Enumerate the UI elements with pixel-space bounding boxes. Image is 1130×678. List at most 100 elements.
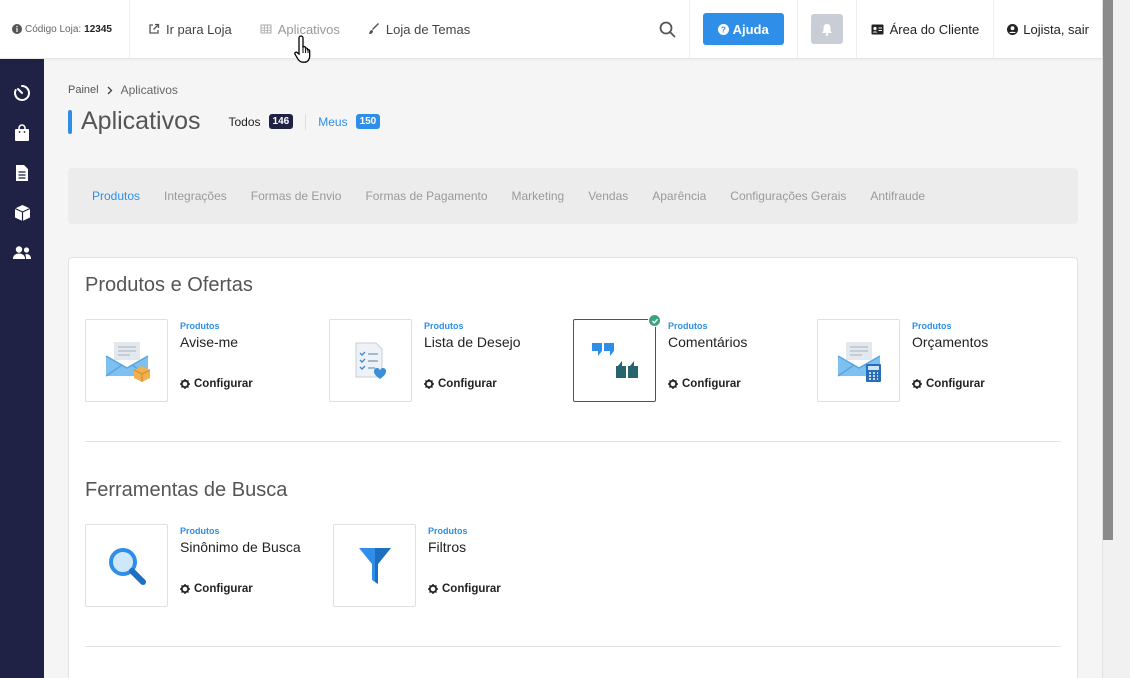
- app-card: Produtos Orçamentos Configurar: [817, 319, 1061, 402]
- comments-icon: [591, 342, 638, 378]
- main-content: Painel Aplicativos Aplicativos Todos 146…: [44, 59, 1102, 678]
- app-card: Produtos Avise-me Configurar: [85, 319, 329, 402]
- gear-icon: [180, 584, 190, 594]
- nav-go-to-store[interactable]: Ir para Loja: [130, 0, 246, 58]
- title-accent-bar: [68, 109, 72, 134]
- sidebar-item-products[interactable]: [12, 203, 32, 223]
- search-icon: [659, 21, 676, 37]
- configure-button[interactable]: Configurar: [180, 583, 310, 595]
- sidebar-item-customers[interactable]: [12, 243, 32, 263]
- client-area-link[interactable]: Área do Cliente: [857, 0, 995, 58]
- notifications-button[interactable]: [810, 14, 843, 44]
- filter-mine[interactable]: Meus 150: [318, 114, 381, 129]
- configure-button[interactable]: Configurar: [428, 583, 558, 595]
- nav-theme-store[interactable]: Loja de Temas: [354, 0, 484, 58]
- app-category: Produtos: [180, 321, 220, 331]
- apps-panel: Produtos e Ofertas Produtos Avise-me Con…: [68, 257, 1078, 678]
- bell-icon: [821, 23, 832, 36]
- sidebar-item-documents[interactable]: [12, 163, 32, 183]
- app-category: Produtos: [424, 321, 464, 331]
- wishlist-icon: [355, 342, 386, 379]
- logout-link[interactable]: Lojista, sair: [994, 0, 1102, 58]
- funnel-icon: [358, 547, 391, 584]
- app-icon-button[interactable]: [85, 319, 168, 402]
- installed-check-icon: [648, 314, 661, 327]
- svg-text:?: ?: [721, 25, 726, 34]
- external-link-icon: [149, 23, 160, 34]
- filter-all[interactable]: Todos 146: [229, 114, 294, 129]
- tab-antifraude[interactable]: Antifraude: [870, 189, 925, 203]
- configure-button[interactable]: Configurar: [180, 378, 310, 390]
- breadcrumb-root[interactable]: Painel: [68, 84, 99, 96]
- store-code: Código Loja: 12345: [0, 0, 130, 58]
- sidebar-item-orders[interactable]: [12, 123, 32, 143]
- shopping-bag-icon: [15, 124, 29, 141]
- breadcrumb: Painel Aplicativos: [68, 83, 1078, 97]
- app-icon-button[interactable]: [573, 314, 661, 402]
- id-card-icon: [871, 24, 884, 34]
- configure-button[interactable]: Configurar: [668, 378, 798, 390]
- tab-integracoes[interactable]: Integrações: [164, 189, 227, 203]
- app-name: Filtros: [428, 539, 467, 555]
- gear-icon: [668, 379, 678, 389]
- nav-go-to-store-label: Ir para Loja: [166, 21, 232, 37]
- app-icon-button[interactable]: [333, 524, 416, 607]
- section-divider: [85, 646, 1061, 647]
- app-icon-button[interactable]: [329, 319, 412, 402]
- title-row: Aplicativos Todos 146 Meus 150: [68, 107, 1078, 136]
- hand-cursor-icon: [294, 34, 318, 69]
- brush-icon: [368, 23, 379, 34]
- app-card: Produtos Lista de Desejo Configurar: [329, 319, 573, 402]
- app-name: Orçamentos: [912, 334, 989, 350]
- app-name: Lista de Desejo: [424, 334, 521, 350]
- configure-label: Configurar: [442, 583, 501, 595]
- configure-label: Configurar: [194, 583, 253, 595]
- store-code-value: 12345: [84, 23, 112, 35]
- timer-icon: [14, 84, 31, 101]
- user-circle-icon: [1007, 23, 1019, 35]
- category-tabs: Produtos Integrações Formas de Envio For…: [68, 168, 1078, 224]
- app-name: Sinônimo de Busca: [180, 539, 301, 555]
- sidebar-item-dashboard[interactable]: [12, 83, 32, 103]
- tab-marketing[interactable]: Marketing: [512, 189, 565, 203]
- store-code-label: Código Loja:: [25, 23, 82, 35]
- tab-configuracoes-gerais[interactable]: Configurações Gerais: [730, 189, 846, 203]
- question-icon: ?: [717, 23, 729, 35]
- section-divider: [85, 441, 1061, 442]
- page-title: Aplicativos: [81, 107, 201, 135]
- app-card: Produtos Filtros Configurar: [333, 524, 581, 607]
- breadcrumb-current: Aplicativos: [120, 83, 178, 97]
- gear-icon: [912, 379, 922, 389]
- section-title: Produtos e Ofertas: [85, 274, 253, 296]
- app-icon-button[interactable]: [817, 319, 900, 402]
- section-title: Ferramentas de Busca: [85, 479, 288, 501]
- help-label: Ajuda: [732, 21, 769, 37]
- filter-divider: [305, 113, 307, 130]
- logout-label: Lojista, sair: [1023, 21, 1089, 37]
- page-scrollbar[interactable]: [1102, 0, 1130, 678]
- app-category: Produtos: [180, 526, 220, 536]
- app-category: Produtos: [428, 526, 468, 536]
- configure-button[interactable]: Configurar: [912, 378, 1042, 390]
- tab-aparencia[interactable]: Aparência: [652, 189, 706, 203]
- help-button[interactable]: ? Ajuda: [702, 13, 784, 45]
- configure-button[interactable]: Configurar: [424, 378, 554, 390]
- scrollbar-thumb[interactable]: [1103, 0, 1113, 540]
- app-icon-button[interactable]: [85, 524, 168, 607]
- tab-formas-de-envio[interactable]: Formas de Envio: [251, 189, 342, 203]
- filter-all-count: 146: [268, 114, 294, 129]
- gear-icon: [180, 379, 190, 389]
- tab-vendas[interactable]: Vendas: [588, 189, 628, 203]
- envelope-calculator-icon: [837, 341, 881, 382]
- gear-icon: [428, 584, 438, 594]
- apps-grid: Produtos Avise-me Configurar Produtos Li…: [85, 314, 1061, 402]
- app-category: Produtos: [668, 321, 708, 331]
- search-button[interactable]: [646, 0, 690, 58]
- gear-icon: [424, 379, 434, 389]
- configure-label: Configurar: [438, 378, 497, 390]
- nav-theme-store-label: Loja de Temas: [385, 21, 471, 37]
- filter-all-label: Todos: [228, 114, 261, 129]
- app-card: Produtos Comentários Configurar: [573, 314, 817, 402]
- tab-formas-de-pagamento[interactable]: Formas de Pagamento: [365, 189, 487, 203]
- tab-produtos[interactable]: Produtos: [92, 189, 140, 203]
